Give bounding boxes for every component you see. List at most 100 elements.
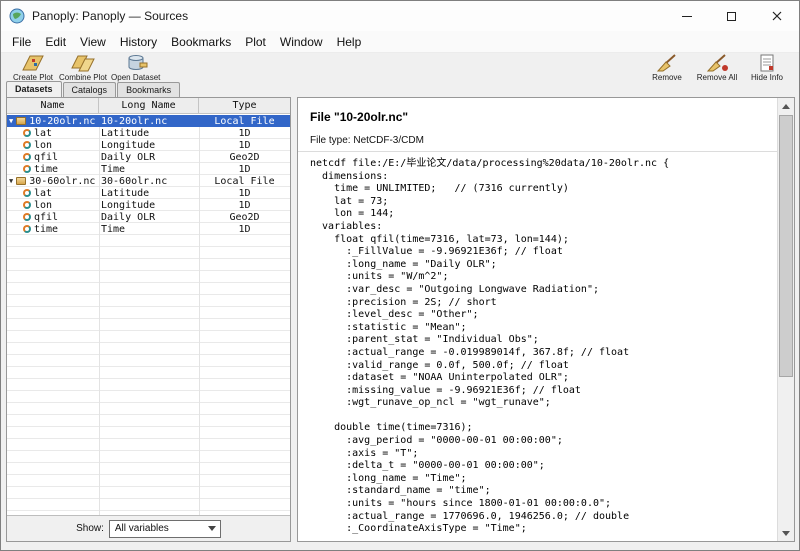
row-type: Geo2D <box>199 211 290 223</box>
close-button[interactable] <box>754 1 799 31</box>
hide-info-button[interactable]: Hide Info <box>745 53 789 82</box>
open-dataset-button[interactable]: Open Dataset <box>111 53 160 82</box>
tab-bookmarks[interactable]: Bookmarks <box>117 82 180 97</box>
scroll-down-button[interactable] <box>778 525 794 541</box>
panoply-window: Panoply: Panoply — Sources File Edit Vie… <box>0 0 800 551</box>
row-type: 1D <box>199 163 290 175</box>
row-name: time <box>34 224 58 235</box>
combine-plot-button[interactable]: Combine Plot <box>59 53 107 82</box>
maximize-icon <box>727 12 736 21</box>
row-long-name: 30-60olr.nc <box>99 175 199 187</box>
column-header-long-name[interactable]: Long Name <box>99 98 199 113</box>
variable-icon <box>23 189 31 197</box>
row-name: time <box>34 164 58 175</box>
variable-icon <box>23 129 31 137</box>
column-header-type[interactable]: Type <box>199 98 290 113</box>
row-long-name: Latitude <box>99 187 199 199</box>
hide-info-icon <box>754 53 780 73</box>
menu-view[interactable]: View <box>73 33 113 51</box>
file-title: File "10-20olr.nc" <box>310 110 794 124</box>
close-icon <box>772 11 782 21</box>
menu-bookmarks[interactable]: Bookmarks <box>164 33 238 51</box>
variable-icon <box>23 153 31 161</box>
row-name: lat <box>34 128 52 139</box>
combine-plot-icon <box>70 53 96 73</box>
row-type: 1D <box>199 199 290 211</box>
variable-filter-value: All variables <box>115 523 169 534</box>
row-type: 1D <box>199 223 290 235</box>
tab-catalogs[interactable]: Catalogs <box>63 82 117 97</box>
row-name: lon <box>34 200 52 211</box>
row-type: 1D <box>199 139 290 151</box>
row-long-name: Longitude <box>99 139 199 151</box>
table-row[interactable]: qfilDaily OLRGeo2D <box>7 151 290 163</box>
chevron-down-icon <box>205 521 220 537</box>
dataset-icon <box>16 117 26 125</box>
info-scrollbar[interactable] <box>777 98 794 541</box>
toolbar-left-group: Create Plot Combine Plot <box>11 53 160 82</box>
hide-info-label: Hide Info <box>751 73 783 82</box>
combine-plot-label: Combine Plot <box>59 73 107 82</box>
table-row[interactable]: ▼30-60olr.nc30-60olr.ncLocal File <box>7 175 290 187</box>
table-row[interactable]: lat Latitude1D <box>7 187 290 199</box>
table-row[interactable]: lonLongitude1D <box>7 139 290 151</box>
row-type: 1D <box>199 187 290 199</box>
table-row[interactable]: time Time1D <box>7 223 290 235</box>
toolbar: Create Plot Combine Plot <box>1 53 799 85</box>
menu-help[interactable]: Help <box>330 33 369 51</box>
info-panel: File "10-20olr.nc" File type: NetCDF-3/C… <box>297 97 795 542</box>
row-type: Local File <box>199 115 290 127</box>
row-long-name: Latitude <box>99 127 199 139</box>
open-dataset-label: Open Dataset <box>111 73 160 82</box>
show-label: Show: <box>76 523 104 534</box>
expander-icon[interactable]: ▼ <box>9 118 13 125</box>
row-name: lat <box>34 188 52 199</box>
row-long-name: 10-20olr.nc <box>99 115 199 127</box>
create-plot-button[interactable]: Create Plot <box>11 53 55 82</box>
file-type: File type: NetCDF-3/CDM <box>310 135 794 146</box>
minimize-button[interactable] <box>664 1 709 31</box>
row-type: Geo2D <box>199 151 290 163</box>
scroll-up-button[interactable] <box>778 98 794 114</box>
open-dataset-icon <box>123 53 149 73</box>
tab-bar: Datasets Catalogs Bookmarks <box>6 82 180 97</box>
table-row[interactable]: lon Longitude1D <box>7 199 290 211</box>
netcdf-dump: netcdf file:/E:/毕业论文/data/processing%20d… <box>310 158 794 536</box>
menu-edit[interactable]: Edit <box>38 33 73 51</box>
row-type: 1D <box>199 127 290 139</box>
table-header: Name Long Name Type <box>7 98 290 114</box>
row-long-name: Time <box>99 223 199 235</box>
remove-button[interactable]: Remove <box>645 53 689 82</box>
menu-history[interactable]: History <box>113 33 164 51</box>
table-row[interactable]: lat Latitude1D <box>7 127 290 139</box>
dataset-icon <box>16 177 26 185</box>
variable-icon <box>23 165 31 173</box>
row-long-name: Longitude <box>99 199 199 211</box>
toolbar-right-group: Remove Remove All <box>645 53 789 82</box>
table-row[interactable]: ▼10-20olr.nc10-20olr.ncLocal File <box>7 115 290 127</box>
variable-icon <box>23 213 31 221</box>
row-type: Local File <box>199 175 290 187</box>
menu-plot[interactable]: Plot <box>238 33 273 51</box>
remove-all-icon <box>704 53 730 73</box>
scroll-up-icon <box>782 104 790 109</box>
maximize-button[interactable] <box>709 1 754 31</box>
tab-datasets[interactable]: Datasets <box>6 81 62 97</box>
remove-label: Remove <box>652 73 682 82</box>
table-row[interactable]: timeTime1D <box>7 163 290 175</box>
dataset-table-body: ▼10-20olr.nc10-20olr.ncLocal FilelatLati… <box>7 115 290 515</box>
menu-window[interactable]: Window <box>273 33 330 51</box>
row-name: 30-60olr.nc <box>29 176 95 187</box>
scroll-down-icon <box>782 531 790 536</box>
expander-icon[interactable]: ▼ <box>9 178 13 185</box>
scrollbar-thumb[interactable] <box>779 115 793 377</box>
remove-all-label: Remove All <box>697 73 737 82</box>
remove-icon <box>654 53 680 73</box>
table-row[interactable]: qfilDaily OLRGeo2D <box>7 211 290 223</box>
column-header-name[interactable]: Name <box>7 98 99 113</box>
remove-all-button[interactable]: Remove All <box>695 53 739 82</box>
app-icon <box>9 8 25 24</box>
menubar: File Edit View History Bookmarks Plot Wi… <box>1 31 799 53</box>
menu-file[interactable]: File <box>5 33 38 51</box>
variable-filter-dropdown[interactable]: All variables <box>109 520 221 538</box>
